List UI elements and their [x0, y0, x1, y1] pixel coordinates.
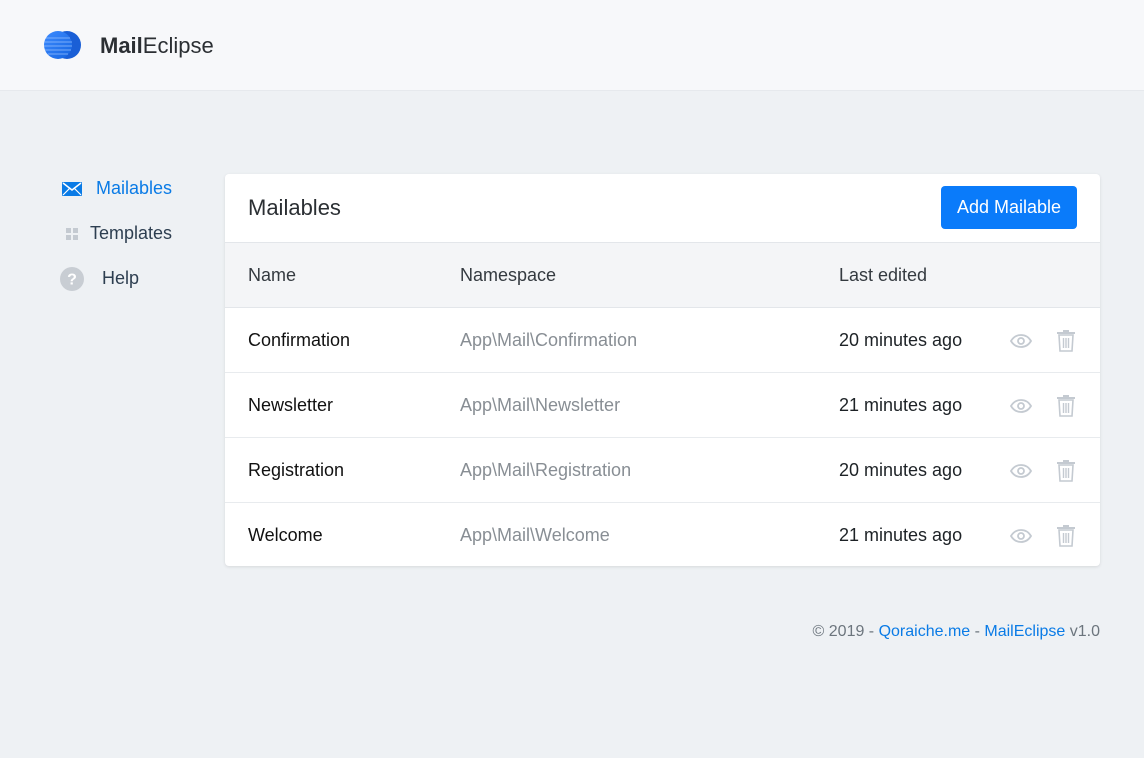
- footer-link-maileclipse[interactable]: MailEclipse: [984, 623, 1065, 640]
- brand-bold: Mail: [100, 33, 143, 58]
- mailable-namespace: App\Mail\Welcome: [460, 525, 610, 545]
- column-header-namespace: Namespace: [460, 265, 557, 285]
- eye-icon[interactable]: [1008, 523, 1034, 549]
- trash-icon[interactable]: [1053, 458, 1079, 484]
- sidebar-item-mailables[interactable]: Mailables: [60, 166, 220, 211]
- footer-separator: -: [970, 623, 985, 640]
- mailable-name: Registration: [248, 460, 345, 480]
- question-circle-icon: ?: [60, 266, 84, 291]
- sidebar-item-templates[interactable]: Templates: [60, 211, 220, 256]
- mailable-last-edited: 20 minutes ago: [839, 330, 963, 350]
- svg-text:?: ?: [67, 271, 77, 288]
- envelope-icon: [60, 177, 84, 201]
- eye-icon[interactable]: [1008, 393, 1034, 419]
- sidebar-item-label: Mailables: [96, 178, 173, 198]
- table-header: Name Namespace Last edited: [225, 243, 1100, 308]
- footer: © 2019 - Qoraiche.me - MailEclipse v1.0: [813, 623, 1100, 641]
- eye-icon[interactable]: [1008, 458, 1034, 484]
- mailable-last-edited: 20 minutes ago: [839, 460, 963, 480]
- footer-copyright: © 2019 -: [812, 623, 879, 640]
- mailable-last-edited: 21 minutes ago: [839, 395, 963, 415]
- grid-icon: [60, 222, 84, 246]
- trash-icon[interactable]: [1053, 393, 1079, 419]
- footer-link-qoraiche[interactable]: Qoraiche.me: [879, 623, 971, 640]
- eclipse-logo-icon: [44, 31, 81, 59]
- brand-rest: Eclipse: [142, 33, 214, 58]
- column-header-last-edited: Last edited: [839, 265, 928, 285]
- table-row: Welcome App\Mail\Welcome 21 minutes ago: [225, 503, 1100, 566]
- mailable-namespace: App\Mail\Registration: [460, 460, 632, 480]
- table-row: Confirmation App\Mail\Confirmation 20 mi…: [225, 308, 1100, 373]
- sidebar-item-label: Help: [102, 268, 140, 288]
- top-bar: MailEclipse: [0, 0, 1144, 91]
- sidebar: Mailables Templates ? Help: [60, 166, 220, 301]
- table-row: Registration App\Mail\Registration 20 mi…: [225, 438, 1100, 503]
- brand-name[interactable]: MailEclipse: [100, 32, 214, 60]
- column-header-name: Name: [248, 265, 297, 285]
- mailables-card: Mailables Add Mailable Name Namespace La…: [225, 174, 1100, 566]
- mailable-namespace: App\Mail\Confirmation: [460, 330, 638, 350]
- card-title: Mailables: [248, 195, 341, 220]
- mailable-name: Newsletter: [248, 395, 334, 415]
- mailable-name: Confirmation: [248, 330, 351, 350]
- sidebar-item-label: Templates: [90, 223, 173, 243]
- mailable-last-edited: 21 minutes ago: [839, 525, 963, 545]
- sidebar-item-help[interactable]: ? Help: [60, 256, 220, 301]
- footer-version: v1.0: [1065, 623, 1100, 640]
- mailable-name: Welcome: [248, 525, 323, 545]
- eye-icon[interactable]: [1008, 328, 1034, 354]
- add-mailable-button[interactable]: Add Mailable: [941, 186, 1077, 229]
- table-row: Newsletter App\Mail\Newsletter 21 minute…: [225, 373, 1100, 438]
- mailable-namespace: App\Mail\Newsletter: [460, 395, 621, 415]
- card-header: Mailables Add Mailable: [225, 174, 1100, 243]
- trash-icon[interactable]: [1053, 523, 1079, 549]
- trash-icon[interactable]: [1053, 328, 1079, 354]
